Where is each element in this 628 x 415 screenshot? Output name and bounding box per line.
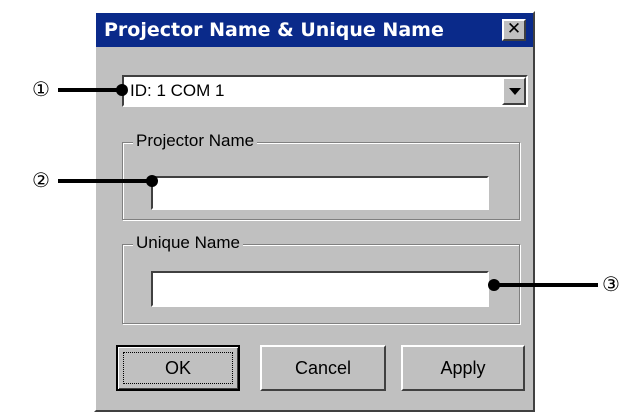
close-button[interactable]: ✕ — [502, 19, 526, 41]
unique-name-label: Unique Name — [133, 233, 243, 253]
cancel-button[interactable]: Cancel — [260, 345, 386, 391]
callout-3-line — [495, 283, 598, 287]
callout-3-label: ③ — [602, 272, 620, 296]
callout-3-dot — [488, 279, 500, 291]
dialog-title: Projector Name & Unique Name — [104, 19, 444, 41]
callout-2-line — [58, 179, 152, 183]
close-icon: ✕ — [506, 19, 522, 39]
id-select-value: ID: 1 COM 1 — [130, 81, 225, 100]
projector-name-dialog: Projector Name & Unique Name ✕ ID: 1 COM… — [94, 11, 535, 412]
projector-name-group: Projector Name — [122, 131, 520, 220]
callout-1-line — [58, 88, 122, 92]
apply-button-label: Apply — [440, 357, 486, 378]
callout-1-dot — [116, 84, 128, 96]
unique-name-input[interactable] — [151, 271, 489, 307]
projector-name-input[interactable] — [151, 176, 489, 210]
id-select[interactable]: ID: 1 COM 1 — [122, 75, 528, 107]
chevron-down-icon — [509, 88, 521, 95]
callout-2-dot — [146, 175, 158, 187]
callout-1-label: ① — [32, 77, 50, 101]
unique-name-group: Unique Name — [122, 233, 520, 324]
ok-button[interactable]: OK — [116, 345, 240, 391]
cancel-button-label: Cancel — [294, 357, 352, 378]
id-select-dropdown-button[interactable] — [502, 77, 526, 105]
callout-2-label: ② — [32, 168, 50, 192]
apply-button[interactable]: Apply — [401, 345, 525, 391]
title-bar[interactable]: Projector Name & Unique Name ✕ — [96, 13, 533, 47]
focus-ring — [123, 352, 233, 384]
projector-name-label: Projector Name — [133, 131, 258, 151]
